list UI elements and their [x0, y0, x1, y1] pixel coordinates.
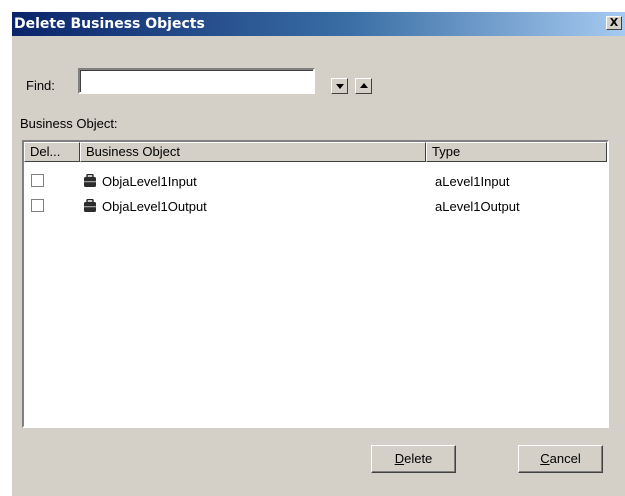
business-object-type: aLevel1Input: [435, 174, 510, 189]
column-header-type[interactable]: Type: [426, 142, 607, 162]
column-header-business-object[interactable]: Business Object: [80, 142, 426, 162]
find-next-button[interactable]: [331, 78, 348, 94]
close-icon: X: [609, 16, 619, 29]
table-row[interactable]: ObjaLevel1Output aLevel1Output: [24, 197, 607, 219]
delete-business-objects-dialog: Delete Business Objects X Find: Business…: [12, 12, 625, 496]
cancel-button-mnemonic: C: [540, 451, 550, 466]
delete-checkbox[interactable]: [31, 174, 44, 187]
cancel-button-label: ancel: [549, 451, 581, 466]
business-object-icon: [84, 199, 96, 212]
find-previous-button[interactable]: [355, 78, 372, 94]
delete-button-mnemonic: D: [394, 451, 405, 466]
column-header-delete[interactable]: Del...: [24, 142, 80, 162]
delete-button[interactable]: Delete: [371, 445, 456, 473]
delete-checkbox[interactable]: [31, 199, 44, 212]
business-object-list[interactable]: Del... Business Object Type ObjaLevel1In…: [22, 140, 609, 428]
arrow-down-icon: [336, 84, 344, 89]
find-label: Find:: [26, 78, 55, 93]
business-object-type: aLevel1Output: [435, 199, 520, 214]
window-title: Delete Business Objects: [14, 16, 205, 32]
business-object-icon: [84, 174, 96, 187]
business-object-name: ObjaLevel1Input: [102, 174, 197, 189]
cancel-button[interactable]: Cancel: [518, 445, 603, 473]
table-row[interactable]: ObjaLevel1Input aLevel1Input: [24, 172, 607, 194]
delete-button-label: elete: [404, 451, 433, 466]
arrow-up-icon: [360, 83, 368, 88]
business-object-label: Business Object:: [20, 116, 118, 131]
title-bar[interactable]: Delete Business Objects X: [12, 12, 625, 36]
business-object-name: ObjaLevel1Output: [102, 199, 207, 214]
close-button[interactable]: X: [606, 16, 622, 30]
find-input[interactable]: [78, 68, 315, 94]
